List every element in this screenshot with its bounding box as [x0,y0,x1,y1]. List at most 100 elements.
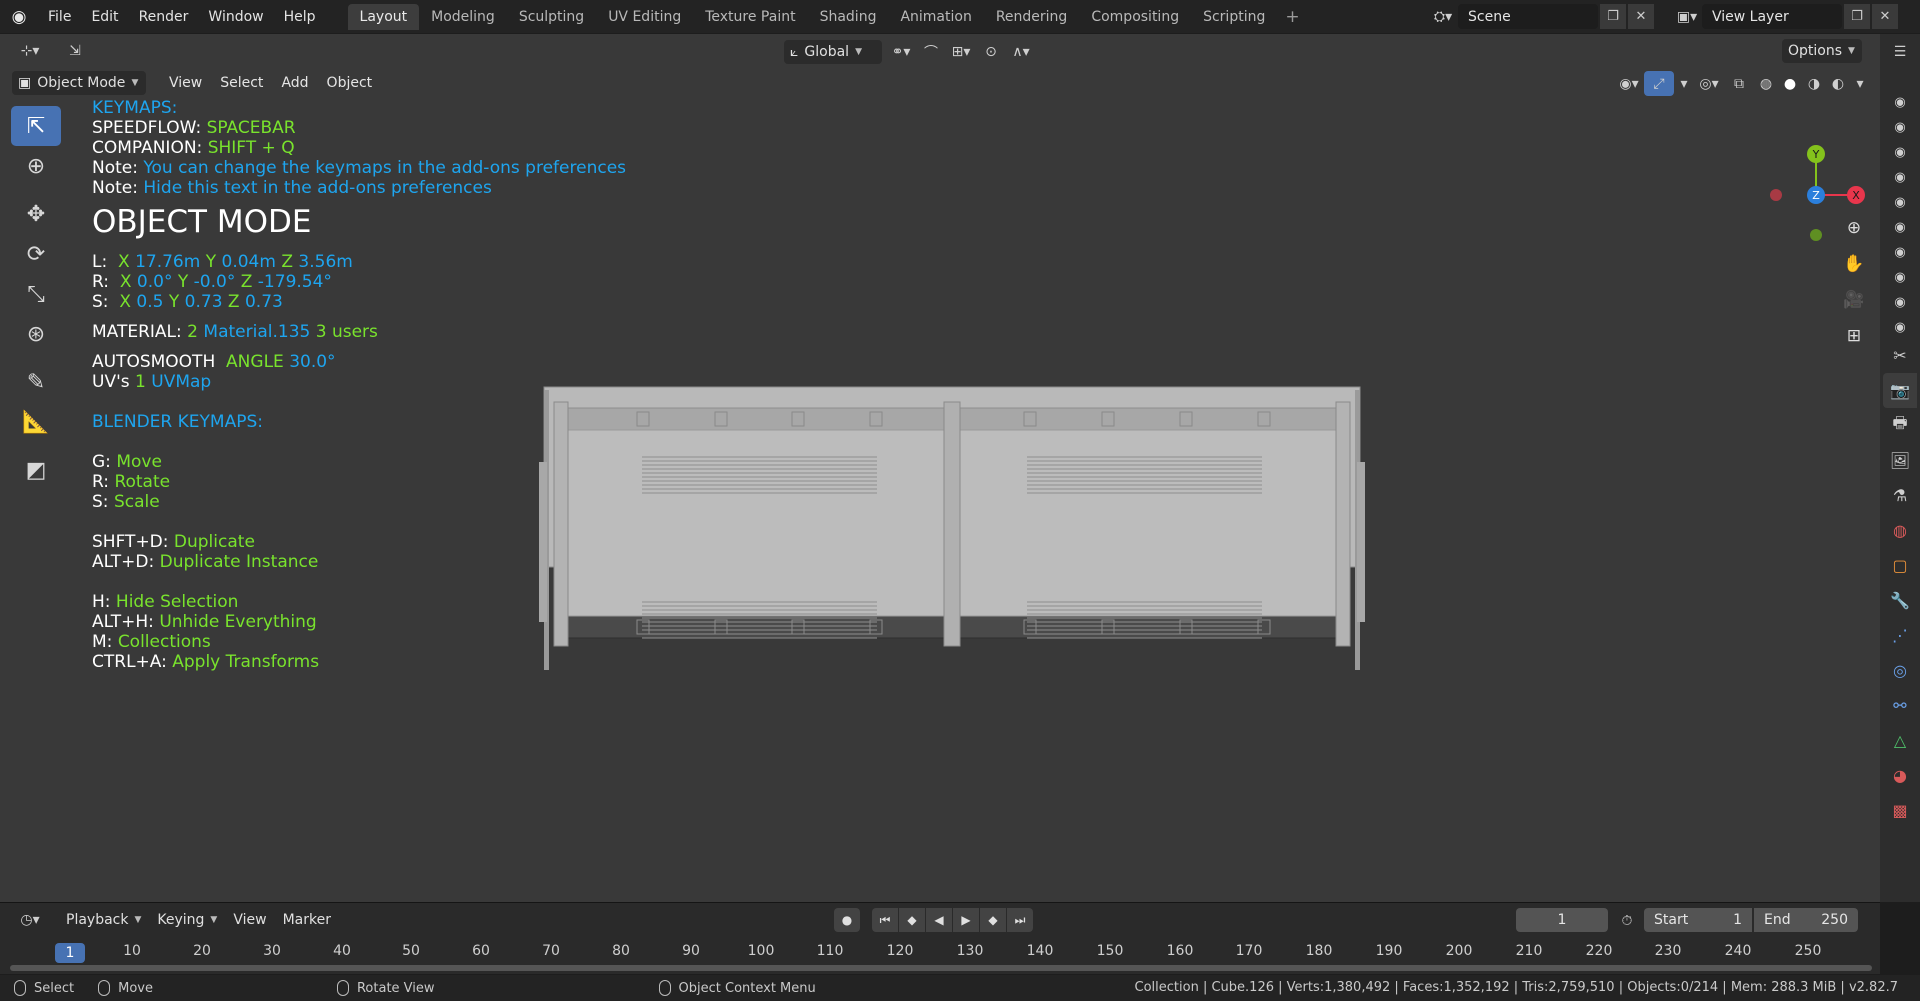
world-properties-icon[interactable]: ◍ [1883,513,1917,548]
texture-properties-icon[interactable]: ▩ [1883,793,1917,828]
tab-animation[interactable]: Animation [888,4,983,30]
scene-properties-icon[interactable]: ⚗ [1883,478,1917,513]
3d-viewport[interactable]: ⊹▾ ⇲ ⟀ Global ▼ ⚭▾ ⌒ ⊞▾ ⊙ ∧▾ Options ▼ ▣… [0,34,1880,902]
pivot-point-icon[interactable]: ⚭▾ [886,39,916,64]
select-tool-icon[interactable]: ⇱ [11,106,61,146]
timeline-menu-keying[interactable]: Keying ▼ [149,912,225,928]
start-frame-field[interactable]: Start 1 [1644,908,1752,932]
blender-logo-icon[interactable]: ◉ [0,0,38,33]
eye-icon[interactable]: ◉ [1880,90,1920,115]
particles-properties-icon[interactable]: ⋰ [1883,618,1917,653]
eye-icon[interactable]: ◉ [1880,290,1920,315]
outliner-editor-icon[interactable]: ☰ [1885,39,1915,64]
data-properties-icon[interactable]: △ [1883,723,1917,758]
chevron-down-icon[interactable]: ▾ [1850,71,1870,96]
gizmo-neg-x-handle[interactable] [1770,189,1782,201]
overlay-toggle-icon[interactable]: ◎▾ [1694,71,1724,96]
editor-type-icon[interactable]: ⊹▾ [12,39,48,64]
physics-properties-icon[interactable]: ◎ [1883,653,1917,688]
timeline-menu-playback[interactable]: Playback ▼ [58,912,149,928]
timeline-menu-marker[interactable]: Marker [275,912,339,928]
eye-icon[interactable]: ◉ [1880,240,1920,265]
jump-keyframe-back-icon[interactable]: ◆ [899,908,925,932]
jump-end-icon[interactable]: ⏭ [1007,908,1033,932]
rendered-shading-icon[interactable]: ◐ [1826,71,1850,96]
frame-ruler[interactable]: 1 10 20 30 40 50 60 70 80 90 100 110 120… [0,943,1880,963]
select-box-mode-icon[interactable]: ⇲ [60,39,90,64]
scale-tool-icon[interactable]: ⤡ [11,274,61,314]
add-cube-tool-icon[interactable]: ◩ [11,450,61,490]
material-shading-icon[interactable]: ◑ [1802,71,1826,96]
transform-tool-icon[interactable]: ⊛ [11,314,61,354]
end-frame-field[interactable]: End 250 [1754,908,1858,932]
rotate-tool-icon[interactable]: ⟳ [11,234,61,274]
timeline-editor-type-icon[interactable]: ◷▾ [12,908,48,933]
zoom-icon[interactable]: ⊕ [1838,212,1870,244]
options-dropdown[interactable]: Options ▼ [1782,39,1862,63]
visibility-eye-icon[interactable]: ◉▾ [1614,71,1644,96]
measure-tool-icon[interactable]: 📐 [11,402,61,442]
viewport-menu-view[interactable]: View [160,75,211,91]
viewport-menu-add[interactable]: Add [272,75,317,91]
tab-sculpting[interactable]: Sculpting [507,4,596,30]
eye-icon[interactable]: ◉ [1880,140,1920,165]
menu-file[interactable]: File [38,9,81,25]
viewport-menu-object[interactable]: Object [318,75,382,91]
eye-icon[interactable]: ◉ [1880,190,1920,215]
playhead[interactable]: 1 [55,943,85,963]
eye-icon[interactable]: ◉ [1880,115,1920,140]
tab-compositing[interactable]: Compositing [1079,4,1191,30]
tab-scripting[interactable]: Scripting [1191,4,1277,30]
jump-start-icon[interactable]: ⏮ [872,908,898,932]
menu-window[interactable]: Window [198,9,273,25]
view-layer-icon[interactable]: ▣▾ [1672,4,1702,29]
constraints-properties-icon[interactable]: ⚯ [1883,688,1917,723]
play-reverse-icon[interactable]: ◀ [926,908,952,932]
eye-icon[interactable]: ◉ [1880,315,1920,340]
snap-target-icon[interactable]: ⊞▾ [946,39,976,64]
output-properties-icon[interactable]: 🖶 [1883,408,1917,443]
delete-view-layer-icon[interactable]: ✕ [1872,4,1898,29]
cursor-tool-icon[interactable]: ⊕ [11,146,61,186]
jump-keyframe-forward-icon[interactable]: ◆ [980,908,1006,932]
falloff-icon[interactable]: ∧▾ [1006,39,1036,64]
play-icon[interactable]: ▶ [953,908,979,932]
menu-help[interactable]: Help [274,9,326,25]
timeline-editor[interactable]: ◷▾ Playback ▼ Keying ▼ View Marker ● ⏮ ◆ ◀… [0,902,1880,974]
render-properties-icon[interactable]: 📷 [1883,373,1917,408]
snap-toggle-icon[interactable]: ⌒ [916,39,946,64]
object-properties-icon[interactable]: ▢ [1883,548,1917,583]
material-properties-icon[interactable]: ◕ [1883,758,1917,793]
menu-edit[interactable]: Edit [81,9,128,25]
annotate-tool-icon[interactable]: ✎ [11,362,61,402]
move-tool-icon[interactable]: ✥ [11,194,61,234]
eye-icon[interactable]: ◉ [1880,265,1920,290]
add-workspace-icon[interactable]: + [1277,4,1307,30]
tab-layout[interactable]: Layout [347,3,420,30]
chevron-down-icon[interactable]: ▾ [1674,71,1694,96]
stopwatch-icon[interactable]: ⏱ [1612,908,1642,933]
scene-icon[interactable]: ⛭▾ [1428,4,1458,29]
new-scene-icon[interactable]: ❐ [1600,4,1626,29]
tab-shading[interactable]: Shading [808,4,889,30]
view-layer-name-field[interactable]: View Layer [1702,4,1842,29]
record-icon[interactable]: ● [834,908,860,932]
scene-name-field[interactable]: Scene [1458,4,1598,29]
proportional-edit-icon[interactable]: ⊙ [976,39,1006,64]
current-frame-field[interactable]: 1 [1516,908,1608,932]
gizmo-toggle-icon[interactable]: ⤢ [1644,71,1674,96]
menu-render[interactable]: Render [129,9,199,25]
wireframe-shading-icon[interactable]: ◍ [1754,71,1778,96]
timeline-menu-view[interactable]: View [225,912,274,928]
eye-icon[interactable]: ◉ [1880,165,1920,190]
tool-settings-icon[interactable]: ✂ [1883,338,1917,373]
tab-texture-paint[interactable]: Texture Paint [693,4,807,30]
tab-rendering[interactable]: Rendering [984,4,1080,30]
mesh-object[interactable] [532,352,1372,692]
eye-icon[interactable]: ◉ [1880,215,1920,240]
tab-uv-editing[interactable]: UV Editing [596,4,693,30]
transform-orientation-dropdown[interactable]: ⟀ Global ▼ [784,39,882,64]
xray-toggle-icon[interactable]: ⧉ [1724,71,1754,96]
pan-hand-icon[interactable]: ✋ [1838,248,1870,280]
viewport-menu-select[interactable]: Select [211,75,272,91]
